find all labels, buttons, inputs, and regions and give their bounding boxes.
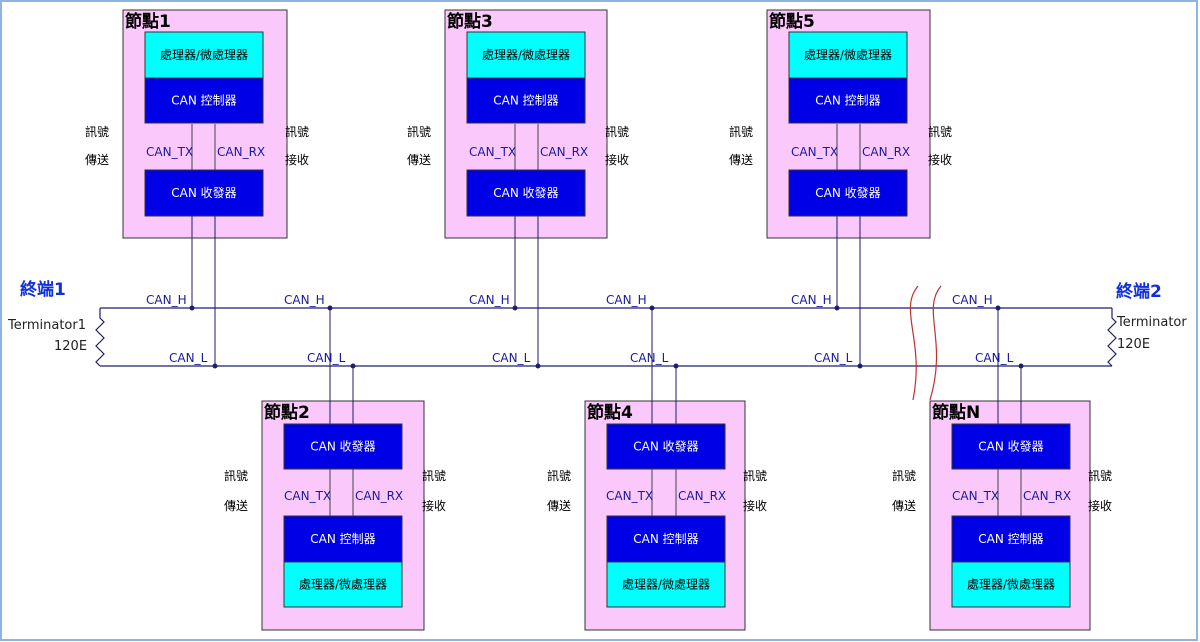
signal-send-label-1: 訊號 (547, 468, 571, 483)
can-tx-label: CAN_TX (469, 145, 516, 159)
can-h-label: CAN_H (791, 293, 832, 307)
can-controller-label: CAN 控制器 (815, 94, 880, 108)
can-rx-label: CAN_RX (678, 489, 726, 503)
terminator-1-resistor (95, 308, 105, 367)
can-l-junction-dot (212, 363, 218, 369)
signal-send-label-2: 傳送 (892, 498, 916, 513)
signal-receive-label-2: 接收 (1088, 498, 1112, 513)
can-l-label: CAN_L (307, 351, 346, 365)
terminator-2-resistor (1107, 308, 1117, 367)
can-l-junction-dot (857, 363, 863, 369)
can-controller-label: CAN 控制器 (633, 532, 698, 546)
signal-receive-label-1: 訊號 (928, 124, 952, 139)
can-h-junction-dot (834, 305, 840, 311)
signal-send-label-1: 訊號 (85, 124, 109, 139)
can-transceiver-label: CAN 收發器 (171, 185, 236, 200)
can-l-label: CAN_L (630, 351, 669, 365)
can-transceiver-label: CAN 收發器 (978, 439, 1043, 454)
node-title: 節點3 (446, 11, 493, 32)
can-h-junction-dot (649, 305, 655, 311)
can-tx-label: CAN_TX (284, 489, 331, 503)
processor-label: 處理器/微處理器 (804, 48, 892, 62)
terminal-1-title: 終端1 (20, 279, 66, 300)
signal-send-label-2: 傳送 (547, 498, 571, 513)
bus-break-mark-2 (929, 285, 942, 401)
can-transceiver-label: CAN 收發器 (493, 185, 558, 200)
can-h-label: CAN_H (146, 293, 187, 307)
terminator-1-value: 120E (54, 339, 87, 354)
can-h-label: CAN_H (284, 293, 325, 307)
signal-receive-label-2: 接收 (605, 152, 629, 167)
signal-receive-label-1: 訊號 (1088, 468, 1112, 483)
can-l-label: CAN_L (169, 351, 208, 365)
can-rx-label: CAN_RX (217, 145, 265, 159)
can-h-label: CAN_H (469, 293, 510, 307)
signal-send-label-2: 傳送 (407, 152, 431, 167)
can-tx-label: CAN_TX (146, 145, 193, 159)
signal-send-label-1: 訊號 (892, 468, 916, 483)
node-title: 節點N (931, 402, 980, 423)
processor-label: 處理器/微處理器 (482, 48, 570, 62)
can-h-label: CAN_H (952, 293, 993, 307)
can-h-junction-dot (327, 305, 333, 311)
terminator-2-name: Terminator (1116, 315, 1187, 330)
processor-label: 處理器/微處理器 (967, 578, 1055, 592)
can-l-junction-dot (350, 363, 356, 369)
can-tx-label: CAN_TX (952, 489, 999, 503)
signal-receive-label-1: 訊號 (285, 124, 309, 139)
can-h-junction-dot (995, 305, 1001, 311)
signal-send-label-2: 傳送 (224, 498, 248, 513)
can-transceiver-label: CAN 收發器 (815, 185, 880, 200)
signal-receive-label-1: 訊號 (743, 468, 767, 483)
can-rx-label: CAN_RX (540, 145, 588, 159)
processor-label: 處理器/微處理器 (299, 578, 387, 592)
terminal-2-title: 終端2 (1116, 281, 1162, 302)
node-title: 節點1 (124, 11, 171, 32)
terminator-1-name: Terminator1 (7, 318, 86, 333)
can-controller-label: CAN 控制器 (310, 532, 375, 546)
can-tx-label: CAN_TX (606, 489, 653, 503)
can-l-junction-dot (1018, 363, 1024, 369)
node-title: 節點4 (586, 402, 633, 423)
signal-receive-label-2: 接收 (743, 498, 767, 513)
signal-receive-label-2: 接收 (422, 498, 446, 513)
node-title: 節點5 (768, 11, 815, 32)
can-rx-label: CAN_RX (355, 489, 403, 503)
can-l-label: CAN_L (975, 351, 1014, 365)
signal-receive-label-1: 訊號 (605, 124, 629, 139)
signal-receive-label-2: 接收 (285, 152, 309, 167)
diagram-canvas: 終端1 Terminator1 120E 終端2 Terminator 120E CAN_H… (0, 0, 1198, 641)
signal-send-label-2: 傳送 (729, 152, 753, 167)
terminator-2-value: 120E (1117, 337, 1150, 352)
processor-label: 處理器/微處理器 (160, 48, 248, 62)
can-h-junction-dot (512, 305, 518, 311)
can-h-label: CAN_H (606, 293, 647, 307)
signal-send-label-1: 訊號 (729, 124, 753, 139)
can-tx-label: CAN_TX (791, 145, 838, 159)
can-controller-label: CAN 控制器 (493, 94, 558, 108)
can-rx-label: CAN_RX (1023, 489, 1071, 503)
can-l-label: CAN_L (814, 351, 853, 365)
signal-send-label-2: 傳送 (85, 152, 109, 167)
can-controller-label: CAN 控制器 (171, 94, 236, 108)
can-l-label: CAN_L (492, 351, 531, 365)
bus-break-mark-1 (909, 285, 919, 401)
can-rx-label: CAN_RX (862, 145, 910, 159)
signal-send-label-1: 訊號 (224, 468, 248, 483)
signal-send-label-1: 訊號 (407, 124, 431, 139)
processor-label: 處理器/微處理器 (622, 578, 710, 592)
can-l-junction-dot (535, 363, 541, 369)
can-h-junction-dot (189, 305, 195, 311)
signal-receive-label-1: 訊號 (422, 468, 446, 483)
can-l-junction-dot (673, 363, 679, 369)
signal-receive-label-2: 接收 (928, 152, 952, 167)
can-transceiver-label: CAN 收發器 (633, 439, 698, 454)
node-title: 節點2 (263, 402, 310, 423)
can-bus-diagram: 終端1 Terminator1 120E 終端2 Terminator 120E CAN_H… (0, 0, 1200, 642)
can-transceiver-label: CAN 收發器 (310, 439, 375, 454)
can-controller-label: CAN 控制器 (978, 532, 1043, 546)
